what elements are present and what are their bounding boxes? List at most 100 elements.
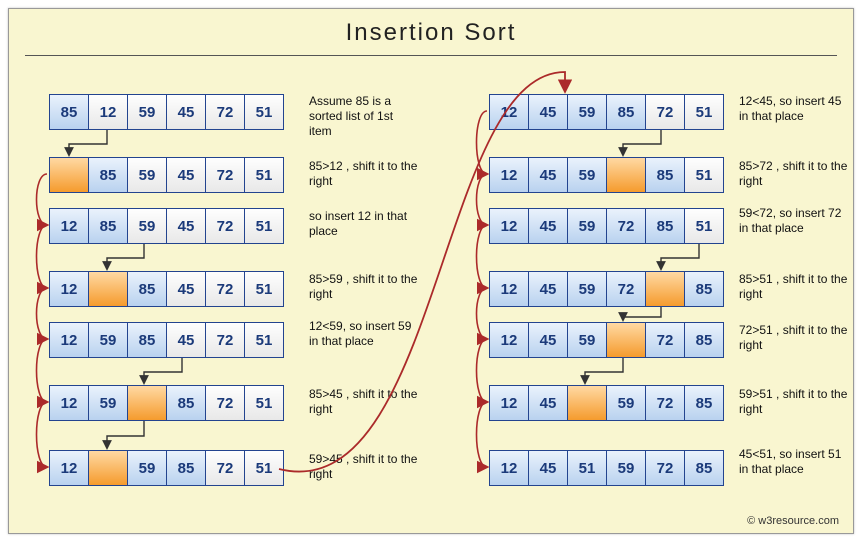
array-cell: 59 — [567, 94, 607, 130]
array-cell-hole — [127, 385, 167, 421]
array-cell: 72 — [645, 94, 685, 130]
array-cell: 51 — [244, 157, 284, 193]
array-row: 124551597285 — [489, 450, 724, 486]
array-cell: 59 — [88, 385, 128, 421]
array-cell: 85 — [606, 94, 646, 130]
array-cell: 85 — [645, 157, 685, 193]
array-cell: 59 — [88, 322, 128, 358]
array-cell: 85 — [684, 450, 724, 486]
array-cell-hole — [606, 322, 646, 358]
step-description: Assume 85 is a sorted list of 1st item — [309, 94, 419, 139]
array-cell: 12 — [489, 157, 529, 193]
array-row: 12 85457251 — [49, 271, 284, 307]
array-cell: 51 — [244, 271, 284, 307]
array-cell: 12 — [88, 94, 128, 130]
step-description: 12<59, so insert 59 in that place — [309, 319, 419, 349]
array-cell: 51 — [244, 385, 284, 421]
array-cell: 72 — [205, 322, 245, 358]
array-cell: 85 — [645, 208, 685, 244]
array-cell: 12 — [49, 385, 89, 421]
array-row: 124559 8551 — [489, 157, 724, 193]
array-cell: 45 — [528, 271, 568, 307]
array-cell: 51 — [684, 94, 724, 130]
array-row: 1259857251 — [49, 385, 284, 421]
array-cell: 51 — [684, 157, 724, 193]
array-cell: 72 — [606, 271, 646, 307]
array-cell: 85 — [684, 271, 724, 307]
array-cell: 45 — [166, 271, 206, 307]
step-description: 59>51 , shift it to the right — [739, 387, 849, 417]
array-cell: 59 — [127, 157, 167, 193]
diagram-canvas: Insertion Sort 851259457251Assume 85 is … — [8, 8, 854, 534]
credit-text: © w3resource.com — [747, 515, 839, 527]
array-cell: 12 — [489, 450, 529, 486]
array-cell: 85 — [166, 450, 206, 486]
array-cell-hole — [88, 271, 128, 307]
step-description: 85>45 , shift it to the right — [309, 387, 419, 417]
step-description: 85>51 , shift it to the right — [739, 272, 849, 302]
array-cell: 51 — [244, 208, 284, 244]
array-row: 8559457251 — [49, 157, 284, 193]
array-cell: 51 — [244, 450, 284, 486]
array-row: 1259857251 — [49, 450, 284, 486]
array-cell: 45 — [166, 208, 206, 244]
title-underline — [25, 55, 837, 56]
array-cell: 85 — [49, 94, 89, 130]
step-description: 59<72, so insert 72 in that place — [739, 206, 849, 236]
array-cell: 72 — [205, 271, 245, 307]
array-cell: 45 — [528, 157, 568, 193]
array-cell: 85 — [88, 157, 128, 193]
step-description: 85>59 , shift it to the right — [309, 272, 419, 302]
array-cell: 72 — [606, 208, 646, 244]
array-row: 1245597285 — [489, 385, 724, 421]
array-cell: 72 — [205, 157, 245, 193]
array-cell: 72 — [205, 94, 245, 130]
array-cell: 59 — [567, 322, 607, 358]
array-cell: 85 — [127, 271, 167, 307]
array-cell-hole — [88, 450, 128, 486]
array-cell: 85 — [684, 322, 724, 358]
array-cell: 12 — [489, 94, 529, 130]
array-cell: 59 — [127, 208, 167, 244]
array-row: 124559857251 — [489, 94, 724, 130]
array-cell: 72 — [205, 385, 245, 421]
array-cell: 72 — [645, 450, 685, 486]
array-cell: 72 — [205, 208, 245, 244]
array-cell: 45 — [528, 385, 568, 421]
array-cell-hole — [49, 157, 89, 193]
step-description: 59>45 , shift it to the right — [309, 452, 419, 482]
array-cell: 12 — [49, 271, 89, 307]
array-cell: 51 — [244, 94, 284, 130]
array-cell: 12 — [489, 322, 529, 358]
step-description: so insert 12 in that place — [309, 209, 419, 239]
array-cell: 59 — [606, 450, 646, 486]
array-cell-hole — [645, 271, 685, 307]
array-cell: 59 — [567, 271, 607, 307]
array-cell: 59 — [127, 94, 167, 130]
array-cell: 59 — [606, 385, 646, 421]
array-cell: 59 — [127, 450, 167, 486]
array-cell: 45 — [528, 208, 568, 244]
array-row: 1245597285 — [489, 322, 724, 358]
array-row: 124559728551 — [489, 208, 724, 244]
diagram-title: Insertion Sort — [9, 19, 853, 47]
array-cell: 85 — [88, 208, 128, 244]
array-cell-hole — [567, 385, 607, 421]
array-cell: 51 — [567, 450, 607, 486]
step-description: 72>51 , shift it to the right — [739, 323, 849, 353]
step-description: 85>12 , shift it to the right — [309, 159, 419, 189]
array-cell: 45 — [166, 322, 206, 358]
array-row: 851259457251 — [49, 94, 284, 130]
array-cell: 12 — [49, 450, 89, 486]
array-cell: 12 — [49, 208, 89, 244]
step-description: 85>72 , shift it to the right — [739, 159, 849, 189]
array-cell: 85 — [127, 322, 167, 358]
array-cell: 12 — [489, 271, 529, 307]
array-cell: 12 — [49, 322, 89, 358]
array-row: 12455972 85 — [489, 271, 724, 307]
array-cell: 45 — [528, 94, 568, 130]
array-row: 128559457251 — [49, 208, 284, 244]
step-description: 45<51, so insert 51 in that place — [739, 447, 849, 477]
array-cell: 59 — [567, 157, 607, 193]
step-description: 12<45, so insert 45 in that place — [739, 94, 849, 124]
